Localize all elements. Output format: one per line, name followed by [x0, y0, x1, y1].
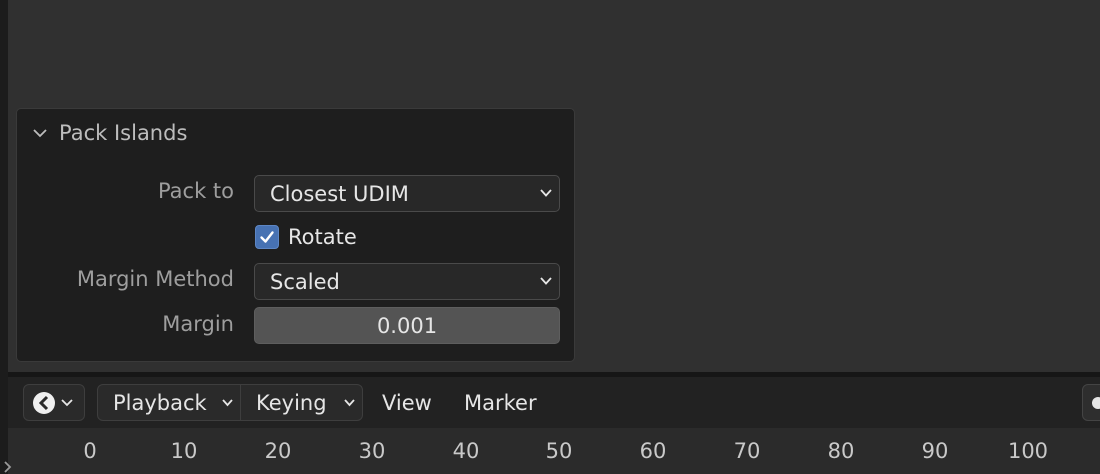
- panel-header[interactable]: Pack Islands: [31, 119, 187, 147]
- ruler-tick: 70: [733, 439, 761, 463]
- ruler-tick: 80: [827, 439, 855, 463]
- ruler-tick: 50: [545, 439, 573, 463]
- editor-type-button[interactable]: [23, 384, 85, 421]
- operator-panel: Pack Islands Pack to Closest UDIM Rotate…: [16, 108, 575, 362]
- editor-type-icon: [33, 391, 73, 414]
- ruler-tick: 100: [1007, 439, 1049, 463]
- playback-menu[interactable]: Playback: [97, 384, 241, 421]
- pack-to-dropdown[interactable]: Closest UDIM: [254, 175, 560, 212]
- chevron-right-icon[interactable]: [0, 460, 14, 474]
- timeline-header: Playback Keying View Marker: [8, 377, 1100, 428]
- record-dot-icon: [1092, 397, 1100, 409]
- pack-to-label: Pack to: [157, 179, 234, 203]
- ruler-tick: 40: [452, 439, 480, 463]
- margin-value: 0.001: [376, 313, 438, 338]
- ruler-tick: 60: [639, 439, 667, 463]
- rotate-checkbox-row[interactable]: Rotate: [255, 225, 357, 249]
- ruler-tick: 0: [83, 439, 97, 463]
- keying-label: Keying: [256, 390, 327, 415]
- check-icon: [260, 231, 274, 243]
- chevron-down-icon: [344, 399, 355, 407]
- area-left-edge: [0, 0, 8, 474]
- chevron-down-icon: [540, 277, 552, 285]
- ruler-tick: 90: [921, 439, 949, 463]
- auto-keying-button[interactable]: [1082, 384, 1100, 421]
- chevron-down-icon: [222, 399, 233, 407]
- pack-to-value: Closest UDIM: [270, 181, 409, 206]
- rotate-checkbox[interactable]: [255, 225, 279, 249]
- chevron-down-icon: [540, 189, 552, 197]
- margin-field[interactable]: 0.001: [254, 307, 560, 344]
- chevron-down-icon: [33, 129, 47, 138]
- frame-ruler[interactable]: 0 10 20 30 40 50 60 70 80 90 100: [8, 428, 1100, 474]
- ruler-tick: 30: [358, 439, 386, 463]
- margin-method-value: Scaled: [270, 269, 340, 294]
- margin-label: Margin: [162, 312, 234, 336]
- ruler-tick: 10: [170, 439, 198, 463]
- keying-menu[interactable]: Keying: [240, 384, 363, 421]
- ruler-tick: 20: [264, 439, 292, 463]
- view-menu[interactable]: View: [382, 384, 432, 421]
- playback-label: Playback: [113, 390, 207, 415]
- rotate-label: Rotate: [288, 225, 357, 249]
- margin-method-label: Margin Method: [76, 267, 234, 291]
- marker-menu[interactable]: Marker: [464, 384, 537, 421]
- margin-method-dropdown[interactable]: Scaled: [254, 263, 560, 300]
- panel-title: Pack Islands: [59, 121, 188, 145]
